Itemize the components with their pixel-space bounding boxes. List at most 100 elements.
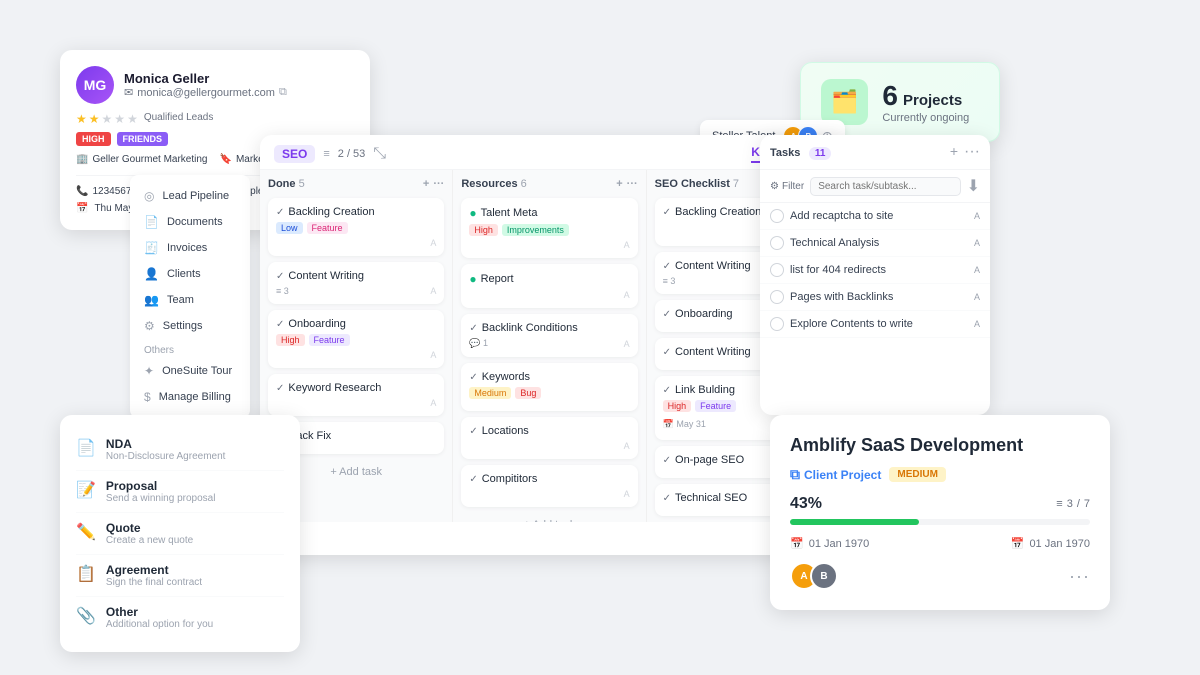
col-resources: Resources 6 + ··· ● Talent Meta High Imp… xyxy=(453,170,646,522)
projects-sublabel: Currently ongoing xyxy=(882,112,969,124)
start-date: 📅 01 Jan 1970 xyxy=(790,537,869,550)
team-avatars: A B xyxy=(790,562,830,590)
projects-icon: 🗂️ xyxy=(821,79,868,125)
download-icon[interactable]: ⬇ xyxy=(967,176,980,196)
tasks-panel: Tasks 11 + ··· ⚙ Filter ⬇ Add recaptcha … xyxy=(760,135,990,415)
projects-label: Projects xyxy=(903,92,962,109)
sidebar-item-invoices[interactable]: 🧾 Invoices xyxy=(130,235,250,261)
company-item: 🏢 Geller Gourmet Marketing xyxy=(76,154,208,165)
task-compititors: ✓ Compititors A xyxy=(461,465,637,507)
star-4: ★ xyxy=(114,112,125,126)
col-resources-header: Resources 6 + ··· xyxy=(461,178,637,190)
more-col-resources[interactable]: ··· xyxy=(627,178,638,190)
sidebar-item-team[interactable]: 👥 Team xyxy=(130,287,250,313)
billing-icon: $ xyxy=(144,390,151,404)
seo-badge: SEO xyxy=(274,145,315,163)
sidebar-item-documents[interactable]: 📄 Documents xyxy=(130,209,250,235)
star-rating: ★ ★ ★ ★ ★ Qualified Leads xyxy=(76,112,354,126)
proposal-icon: 📝 xyxy=(76,480,96,500)
settings-icon: ⚙ xyxy=(144,319,155,333)
task-assignee-5: A xyxy=(974,319,980,329)
team-avatar-2: B xyxy=(810,562,838,590)
end-date: 📅 01 Jan 1970 xyxy=(1011,537,1090,550)
sidebar-item-manage-billing[interactable]: $ Manage Billing xyxy=(130,384,250,410)
menu-item-nda[interactable]: 📄 NDA Non-Disclosure Agreement xyxy=(76,429,284,471)
task-checkbox-1[interactable] xyxy=(770,209,784,223)
task-item-2: Technical Analysis A xyxy=(760,230,990,257)
progress-tasks: ≡ 3 / 7 xyxy=(1056,498,1090,510)
priority-badge: MEDIUM xyxy=(889,467,946,482)
task-checkbox-2[interactable] xyxy=(770,236,784,250)
contact-name: Monica Geller xyxy=(124,71,287,86)
amplify-card: Amblify SaaS Development ⧉ Client Projec… xyxy=(770,415,1110,610)
task-count-icon: ≡ xyxy=(323,148,329,160)
task-keyword-research: ✓ Keyword Research A xyxy=(268,374,444,416)
more-tasks-icon[interactable]: ··· xyxy=(964,143,980,161)
building-icon: 🏢 xyxy=(76,154,88,165)
sidebar-item-clients[interactable]: 👤 Clients xyxy=(130,261,250,287)
sidebar-nav: ◎ Lead Pipeline 📄 Documents 🧾 Invoices 👤… xyxy=(130,175,250,418)
documents-icon: 📄 xyxy=(144,215,159,229)
other-icon: 📎 xyxy=(76,606,96,626)
star-2: ★ xyxy=(89,112,100,126)
avatar: MG xyxy=(76,66,114,104)
qualified-label: Qualified Leads xyxy=(144,112,214,126)
task-keywords: ✓ Keywords Medium Bug xyxy=(461,363,637,411)
menu-card: 📄 NDA Non-Disclosure Agreement 📝 Proposa… xyxy=(60,415,300,652)
phone-icon: 📞 xyxy=(76,186,88,197)
task-backling-creation: ✓ Backling Creation Low Feature A xyxy=(268,198,444,256)
filter-button[interactable]: ⚙ Filter xyxy=(770,181,804,192)
pipeline-icon: ◎ xyxy=(144,189,154,203)
task-report: ● Report A xyxy=(461,264,637,308)
date-row-amplify: 📅 01 Jan 1970 📅 01 Jan 1970 xyxy=(790,537,1090,550)
team-icon: 👥 xyxy=(144,293,159,307)
search-input[interactable] xyxy=(810,177,960,196)
tag-high: HIGH xyxy=(76,132,111,146)
tasks-count: 11 xyxy=(809,147,832,160)
invoices-icon: 🧾 xyxy=(144,241,159,255)
layers-icon: ⧉ xyxy=(790,466,800,483)
menu-item-quote[interactable]: ✏️ Quote Create a new quote xyxy=(76,513,284,555)
contact-email: ✉ monica@gellergourmet.com ⧉ xyxy=(124,86,287,99)
expand-icon[interactable]: ⤡ xyxy=(373,145,386,163)
menu-item-agreement[interactable]: 📋 Agreement Sign the final contract xyxy=(76,555,284,597)
task-checkbox-3[interactable] xyxy=(770,263,784,277)
menu-item-other[interactable]: 📎 Other Additional option for you xyxy=(76,597,284,638)
sidebar-item-onesuite-tour[interactable]: ✦ OneSuite Tour xyxy=(130,358,250,384)
sidebar-item-settings[interactable]: ⚙ Settings xyxy=(130,313,250,339)
calendar-end-icon: 📅 xyxy=(1011,537,1025,550)
copy-email-icon[interactable]: ⧉ xyxy=(279,86,287,99)
tag-icon: 🔖 xyxy=(220,154,232,165)
star-1: ★ xyxy=(76,112,87,126)
add-col-resources[interactable]: + xyxy=(616,178,622,190)
menu-item-proposal[interactable]: 📝 Proposal Send a winning proposal xyxy=(76,471,284,513)
task-onboarding-done: ✓ Onboarding High Feature A xyxy=(268,310,444,368)
task-count: 2 / 53 xyxy=(338,148,366,160)
task-checkbox-4[interactable] xyxy=(770,290,784,304)
task-talent-meta: ● Talent Meta High Improvements A xyxy=(461,198,637,258)
sidebar-item-lead-pipeline[interactable]: ◎ Lead Pipeline xyxy=(130,183,250,209)
nda-icon: 📄 xyxy=(76,438,96,458)
add-task-icon[interactable]: + xyxy=(950,143,958,161)
task-assignee-3: A xyxy=(974,265,980,275)
more-col-done[interactable]: ··· xyxy=(433,178,444,190)
contact-header: MG Monica Geller ✉ monica@gellergourmet.… xyxy=(76,66,354,104)
progress-row: 43% ≡ 3 / 7 xyxy=(790,495,1090,513)
kanban-board: SEO ≡ 2 / 53 ⤡ Kanban List Done 5 + ··· … xyxy=(260,135,840,555)
calendar-start-icon: 📅 xyxy=(790,537,804,550)
task-assignee-1: A xyxy=(974,211,980,221)
add-task-resources[interactable]: + Add task xyxy=(461,513,637,522)
tour-icon: ✦ xyxy=(144,364,154,378)
task-assignee-2: A xyxy=(974,238,980,248)
task-backlink-conditions: ✓ Backlink Conditions 💬 1A xyxy=(461,314,637,357)
agreement-icon: 📋 xyxy=(76,564,96,584)
add-col-done[interactable]: + xyxy=(423,178,429,190)
amplify-tags: ⧉ Client Project MEDIUM xyxy=(790,466,1090,483)
clients-icon: 👤 xyxy=(144,267,159,281)
progress-bar-bg xyxy=(790,519,1090,525)
more-options-button[interactable]: ··· xyxy=(1069,566,1090,587)
kanban-header: SEO ≡ 2 / 53 ⤡ Kanban List xyxy=(260,135,840,170)
task-checkbox-5[interactable] xyxy=(770,317,784,331)
task-assignee-4: A xyxy=(974,292,980,302)
task-content-writing-done: ✓ Content Writing ≡ 3A xyxy=(268,262,444,304)
